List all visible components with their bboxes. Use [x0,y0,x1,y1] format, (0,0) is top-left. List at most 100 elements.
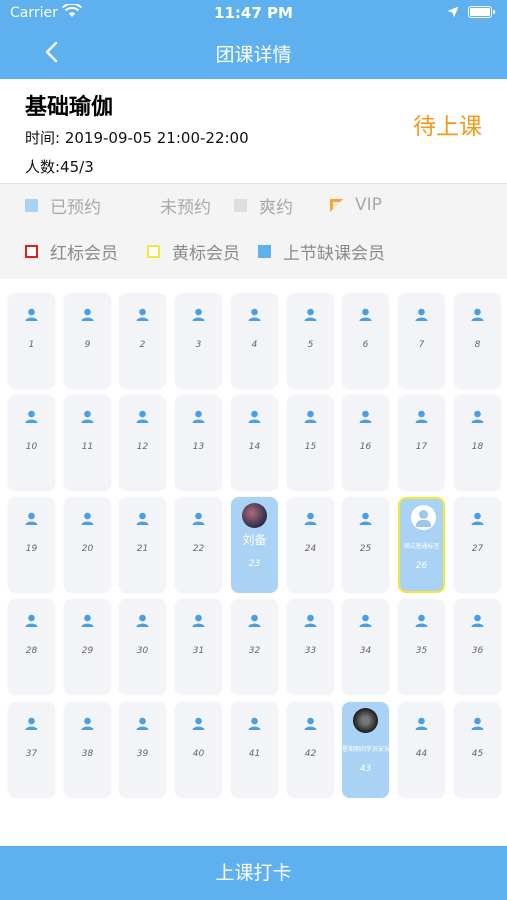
seat-number: 21 [136,544,149,554]
seat-number: 32 [248,646,261,656]
person-icon [303,306,318,321]
person-icon [191,612,206,627]
person-icon [470,612,485,627]
seat-2[interactable]: 2 [119,293,166,389]
seat-37[interactable]: 37 [8,702,55,798]
seat-42[interactable]: 42 [287,702,334,798]
avatar [353,708,378,733]
legend-swatch-yellow [147,244,160,258]
seat-number: 39 [136,749,149,759]
seat-11[interactable]: 11 [64,395,111,491]
seat-9[interactable]: 9 [64,293,111,389]
status-bar: Carrier 11:47 PM [0,0,507,28]
seat-5[interactable]: 5 [287,293,334,389]
seat-number: 30 [136,646,149,656]
legend-yellow-member: 黄标会员 [147,240,240,264]
legend-booked: 已预约 [25,194,101,218]
legend: 已预约 未预约 爽约 VIP 红标会员 黄标会员 上节缺课会员 [0,183,507,280]
person-icon [80,612,95,627]
seat-12[interactable]: 12 [119,395,166,491]
seat-13[interactable]: 13 [175,395,222,491]
checkin-button[interactable]: 上课打卡 [0,846,507,900]
seat-28[interactable]: 28 [8,599,55,695]
seat-17[interactable]: 17 [398,395,445,491]
seat-38[interactable]: 38 [64,702,111,798]
person-icon [135,715,150,730]
seat-6[interactable]: 6 [342,293,389,389]
seat-39[interactable]: 39 [119,702,166,798]
person-icon [80,715,95,730]
seat-number: 24 [304,544,317,554]
seat-32[interactable]: 32 [231,599,278,695]
seat-27[interactable]: 27 [454,497,501,593]
seat-number: 12 [136,442,149,452]
seat-41[interactable]: 41 [231,702,278,798]
seat-number: 18 [471,442,484,452]
seat-29[interactable]: 29 [64,599,111,695]
seat-number: 26 [415,561,428,571]
seat-number: 27 [471,544,484,554]
seat-number: 17 [415,442,428,452]
seat-number: 20 [81,544,94,554]
person-icon [358,612,373,627]
course-time: 时间: 2019-09-05 21:00-22:00 [25,129,249,147]
seat-33[interactable]: 33 [287,599,334,695]
seat-44[interactable]: 44 [398,702,445,798]
seat-25[interactable]: 25 [342,497,389,593]
seat-4[interactable]: 4 [231,293,278,389]
seat-10[interactable]: 10 [8,395,55,491]
person-icon [358,408,373,423]
seat-30[interactable]: 30 [119,599,166,695]
seat-35[interactable]: 35 [398,599,445,695]
seat-number: 14 [248,442,261,452]
seat-24[interactable]: 24 [287,497,334,593]
legend-unbooked: 未预约 [135,194,211,218]
seat-26[interactable]: 测试普通标签 26 [398,497,445,593]
seat-20[interactable]: 20 [64,497,111,593]
seat-3[interactable]: 3 [175,293,222,389]
avatar [411,505,436,530]
legend-label: 上节缺课会员 [283,243,385,264]
seat-22[interactable]: 22 [175,497,222,593]
person-icon [303,408,318,423]
seat-21[interactable]: 21 [119,497,166,593]
legend-label: 未预约 [160,197,211,218]
battery-icon [468,6,495,18]
seat-8[interactable]: 8 [454,293,501,389]
course-count: 人数:45/3 [25,158,94,176]
seat-16[interactable]: 16 [342,395,389,491]
page-title: 团课详情 [215,44,292,66]
person-icon [303,612,318,627]
seat-1[interactable]: 1 [8,293,55,389]
seat-36[interactable]: 36 [454,599,501,695]
seat-15[interactable]: 15 [287,395,334,491]
seat-31[interactable]: 31 [175,599,222,695]
seat-19[interactable]: 19 [8,497,55,593]
seat-number: 42 [304,749,317,759]
person-icon [247,306,262,321]
legend-label: 已预约 [50,197,101,218]
person-icon [24,306,39,321]
legend-label: 黄标会员 [172,243,240,264]
person-icon [470,306,485,321]
person-icon [80,510,95,525]
seat-18[interactable]: 18 [454,395,501,491]
person-icon [24,510,39,525]
seat-34[interactable]: 34 [342,599,389,695]
seat-23[interactable]: 刘备 23 [231,497,278,593]
legend-absent-member: 上节缺课会员 [258,240,385,264]
person-icon [358,510,373,525]
seat-14[interactable]: 14 [231,395,278,491]
seat-43[interactable]: 星期期间学员安安 43 [342,702,389,798]
seat-40[interactable]: 40 [175,702,222,798]
seat-45[interactable]: 45 [454,702,501,798]
person-icon [470,408,485,423]
legend-swatch-no-show [234,198,247,212]
seat-number: 45 [471,749,484,759]
legend-label: VIP [355,195,382,215]
person-icon [414,306,429,321]
seat-number: 28 [25,646,38,656]
person-icon [135,306,150,321]
seat-7[interactable]: 7 [398,293,445,389]
seat-number: 23 [248,559,261,569]
